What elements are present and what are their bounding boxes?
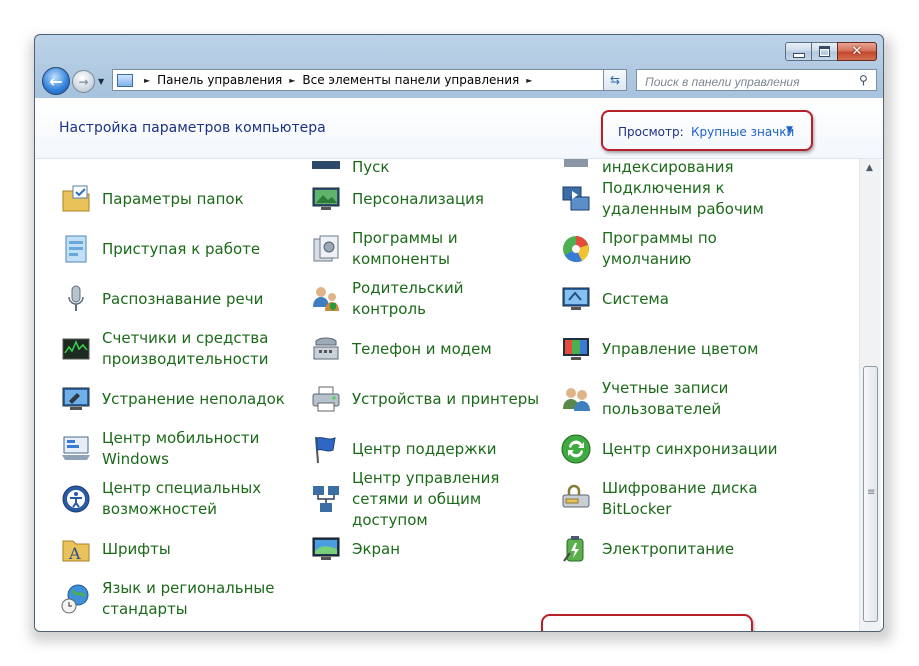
programs-icon	[310, 233, 342, 265]
chevron-down-icon[interactable]: ▼	[786, 125, 793, 135]
list-item-display[interactable]: Экран	[310, 527, 400, 571]
list-item-default-programs[interactable]: Программы по умолчанию	[560, 227, 792, 271]
personalization-icon	[310, 183, 342, 215]
maximize-button[interactable]	[811, 42, 837, 61]
user-accounts-icon	[560, 383, 592, 415]
list-item-performance[interactable]: Счетчики и средства производительности	[60, 327, 292, 371]
back-button[interactable]: ←	[42, 67, 70, 95]
minimize-button[interactable]	[785, 42, 811, 61]
mobility-center-icon	[60, 433, 92, 465]
list-item-speech-recognition[interactable]: Распознавание речи	[60, 277, 263, 321]
getting-started-icon	[60, 233, 92, 265]
maximize-icon	[819, 46, 830, 57]
power-options-icon	[560, 533, 592, 565]
network-icon	[310, 483, 342, 515]
minimize-icon	[792, 52, 805, 58]
control-panel-window: ✕ ← → ▼ ► Панель управления ► Все элемен…	[34, 34, 884, 632]
system-icon	[560, 283, 592, 315]
list-item-phone-modem[interactable]: Телефон и модем	[310, 327, 492, 371]
address-bar[interactable]: ► Панель управления ► Все элементы панел…	[112, 69, 614, 91]
list-item-power-options[interactable]: Электропитание	[560, 527, 734, 571]
globe-clock-icon	[60, 583, 92, 615]
parental-controls-icon	[310, 283, 342, 315]
power-options-highlight	[541, 614, 753, 631]
performance-icon	[60, 333, 92, 365]
breadcrumb-all-items[interactable]: Все элементы панели управления	[302, 73, 519, 87]
control-panel-icon	[117, 73, 133, 87]
list-item-folder-options[interactable]: Параметры папок	[60, 177, 244, 221]
sync-center-icon	[560, 433, 592, 465]
breadcrumb-chevron-icon[interactable]: ►	[526, 76, 532, 85]
breadcrumb-chevron-icon[interactable]: ►	[144, 76, 150, 85]
flag-icon	[310, 433, 342, 465]
list-item-user-accounts[interactable]: Учетные записи пользователей	[560, 377, 792, 421]
close-icon: ✕	[851, 44, 863, 59]
fonts-folder-icon: A	[60, 533, 92, 565]
folder-options-icon	[60, 183, 92, 215]
list-item-sync-center[interactable]: Центр синхронизации	[560, 427, 778, 471]
view-mode-dropdown[interactable]: Крупные значки	[691, 125, 794, 139]
breadcrumb-control-panel[interactable]: Панель управления	[157, 73, 282, 87]
list-item-region-language[interactable]: Язык и региональные стандарты	[60, 577, 292, 621]
content-pane: Настройка параметров компьютера Просмотр…	[35, 98, 883, 631]
list-item-personalization[interactable]: Персонализация	[310, 177, 484, 221]
bitlocker-icon	[560, 483, 592, 515]
list-item-ease-of-access[interactable]: Центр специальных возможностей	[60, 477, 292, 521]
list-item-remote-desktop[interactable]: Подключения к удаленным рабочим	[560, 177, 792, 221]
display-icon	[310, 533, 342, 565]
list-item-getting-started[interactable]: Приступая к работе	[60, 227, 260, 271]
scroll-up-icon[interactable]: ▲	[866, 163, 873, 173]
view-label: Просмотр:	[618, 125, 684, 139]
list-item-mobility-center[interactable]: Центр мобильности Windows	[60, 427, 292, 471]
grip-icon: ≡	[867, 487, 876, 498]
printer-icon	[310, 383, 342, 415]
ease-of-access-icon	[60, 483, 92, 515]
scrollbar-thumb[interactable]: ≡	[863, 366, 878, 622]
svg-text:A: A	[68, 544, 81, 563]
recent-pages-dropdown[interactable]: ▼	[98, 77, 104, 86]
default-programs-icon	[560, 233, 592, 265]
page-title: Настройка параметров компьютера	[59, 120, 326, 136]
phone-modem-icon	[310, 333, 342, 365]
troubleshooting-icon	[60, 383, 92, 415]
list-item-network-center[interactable]: Центр управления сетями и общим доступом	[310, 469, 542, 529]
microphone-icon	[60, 283, 92, 315]
list-item-troubleshooting[interactable]: Устранение неполадок	[60, 377, 285, 421]
list-item-fonts[interactable]: A Шрифты	[60, 527, 171, 571]
close-button[interactable]: ✕	[837, 42, 877, 61]
forward-button[interactable]: →	[72, 70, 95, 93]
items-list: Пуск индексирования Параметры папок Прис…	[35, 159, 859, 631]
search-icon[interactable]: ⚲	[859, 73, 868, 87]
remote-desktop-icon	[560, 183, 592, 215]
refresh-icon: ⇆	[609, 73, 621, 87]
list-item-system[interactable]: Система	[560, 277, 669, 321]
list-item-devices-printers[interactable]: Устройства и принтеры	[310, 377, 539, 421]
color-management-icon	[560, 333, 592, 365]
breadcrumb-chevron-icon[interactable]: ►	[289, 76, 295, 85]
list-item-programs[interactable]: Программы и компоненты	[310, 227, 542, 271]
caption-buttons: ✕	[785, 42, 877, 61]
vertical-scrollbar[interactable]: ▲ ≡	[859, 159, 881, 631]
list-item-bitlocker[interactable]: Шифрование диска BitLocker	[560, 477, 792, 521]
forward-arrow-icon: →	[78, 74, 89, 89]
back-arrow-icon: ←	[49, 71, 63, 91]
list-item-parental-controls[interactable]: Родительский контроль	[310, 277, 542, 321]
search-input[interactable]	[636, 69, 877, 91]
refresh-button[interactable]: ⇆	[603, 69, 627, 91]
list-item-action-center[interactable]: Центр поддержки	[310, 427, 497, 471]
list-item-color-management[interactable]: Управление цветом	[560, 327, 758, 371]
